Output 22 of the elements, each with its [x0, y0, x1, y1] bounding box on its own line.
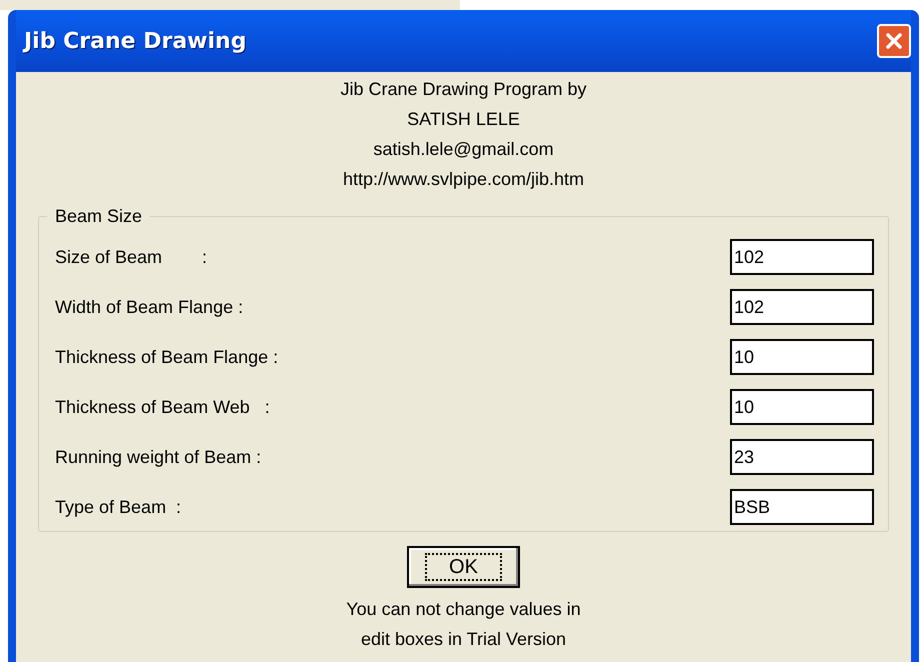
- ok-button[interactable]: OK: [407, 546, 520, 588]
- field-label: Thickness of Beam Flange :: [55, 346, 278, 369]
- close-icon: [885, 32, 903, 50]
- field-label: Width of Beam Flange :: [55, 296, 244, 319]
- header-text: Jib Crane Drawing Program by: [340, 78, 587, 101]
- field-label: Type of Beam :: [55, 496, 182, 519]
- field-label: Size of Beam :: [55, 246, 208, 268]
- input-field[interactable]: 102: [730, 289, 874, 325]
- field-label: Thickness of Beam Web :: [55, 396, 270, 418]
- input-field[interactable]: 10: [730, 339, 874, 375]
- header-text: satish.lele@gmail.com: [373, 138, 554, 161]
- note-text: You can not change values in: [346, 598, 581, 621]
- input-field[interactable]: 10: [730, 389, 874, 425]
- window-title: Jib Crane Drawing: [24, 28, 246, 56]
- close-button[interactable]: [877, 24, 911, 58]
- header-text: SATISH LELE: [407, 108, 520, 131]
- header-text: http://www.svlpipe.com/jib.htm: [342, 168, 584, 191]
- input-field[interactable]: 102: [730, 239, 874, 275]
- input-field[interactable]: BSB: [730, 489, 874, 525]
- note-text: edit boxes in Trial Version: [360, 628, 566, 651]
- input-field[interactable]: 23: [730, 439, 874, 475]
- field-label: Running weight of Beam :: [55, 446, 262, 469]
